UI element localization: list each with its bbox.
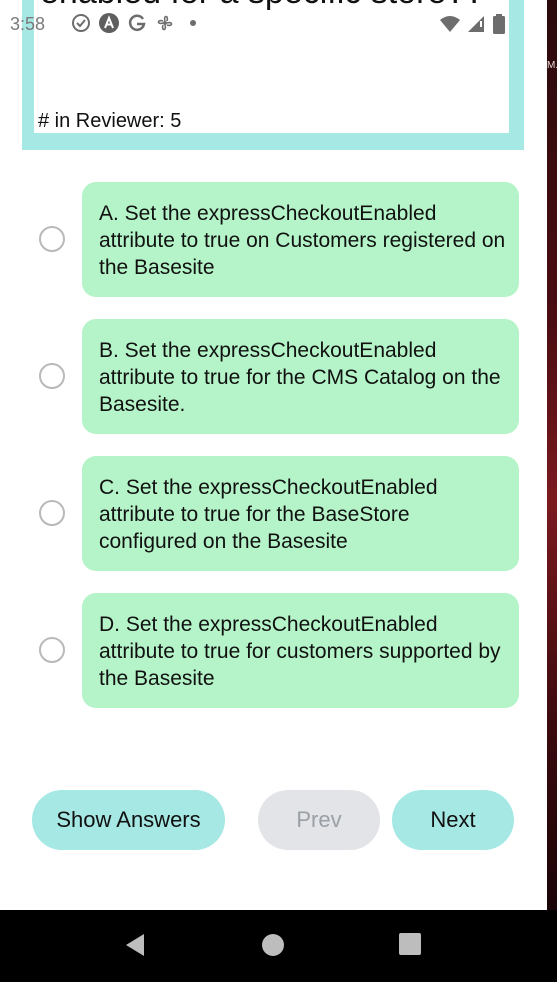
background-app-strip: M. (547, 0, 557, 910)
option-c[interactable]: C. Set the expressCheckoutEnabled attrib… (0, 456, 547, 571)
option-a-box[interactable]: A. Set the expressCheckoutEnabled attrib… (82, 182, 519, 297)
wifi-icon (439, 15, 461, 38)
signal-icon (467, 15, 487, 38)
option-c-box[interactable]: C. Set the expressCheckoutEnabled attrib… (82, 456, 519, 571)
a-circle-icon (98, 12, 120, 34)
status-bar: 3:58 (0, 0, 547, 48)
battery-icon (493, 14, 505, 39)
option-c-radio[interactable] (39, 500, 65, 526)
check-circle-icon (70, 12, 92, 34)
option-a-text: A. Set the expressCheckoutEnabled attrib… (99, 202, 506, 279)
home-icon[interactable] (260, 932, 286, 963)
show-answers-button[interactable]: Show Answers (32, 790, 225, 850)
prev-button[interactable]: Prev (258, 790, 380, 850)
option-d[interactable]: D. Set the expressCheckoutEnabled attrib… (0, 593, 547, 708)
option-a[interactable]: A. Set the expressCheckoutEnabled attrib… (0, 182, 547, 297)
back-icon[interactable] (122, 932, 148, 963)
side-strip-text: M. (547, 60, 557, 71)
reviewer-count: # in Reviewer: 5 (38, 110, 182, 132)
option-b-box[interactable]: B. Set the expressCheckoutEnabled attrib… (82, 319, 519, 434)
fan-icon (154, 12, 176, 34)
option-c-text: C. Set the expressCheckoutEnabled attrib… (99, 476, 438, 553)
option-b[interactable]: B. Set the expressCheckoutEnabled attrib… (0, 319, 547, 434)
status-time: 3:58 (10, 14, 46, 34)
option-d-box[interactable]: D. Set the expressCheckoutEnabled attrib… (82, 593, 519, 708)
next-button[interactable]: Next (392, 790, 514, 850)
navigation-bar (0, 910, 557, 982)
option-b-text: B. Set the expressCheckoutEnabled attrib… (99, 339, 501, 416)
option-b-radio[interactable] (39, 363, 65, 389)
g-icon (126, 12, 148, 34)
option-d-text: D. Set the expressCheckoutEnabled attrib… (99, 613, 501, 690)
recents-icon[interactable] (398, 932, 422, 961)
option-a-radio[interactable] (39, 226, 65, 252)
dot-icon (182, 12, 204, 34)
option-d-radio[interactable] (39, 637, 65, 663)
